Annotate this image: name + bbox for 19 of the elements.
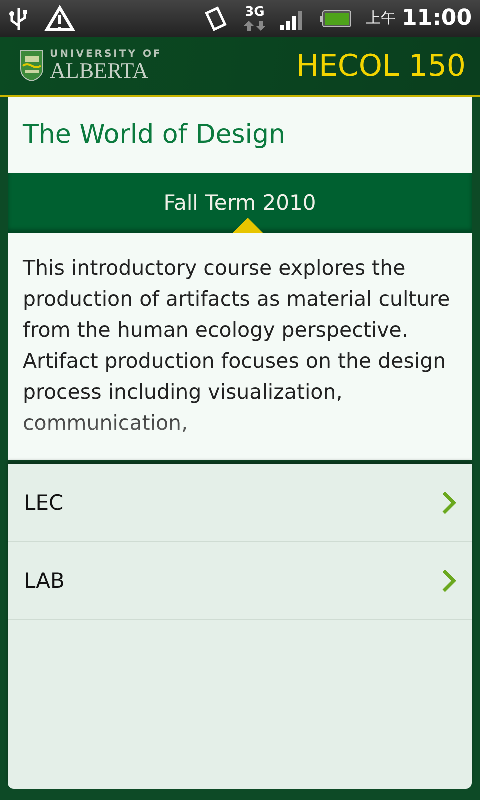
- pointer-icon: [233, 218, 263, 233]
- crest-icon: [20, 50, 44, 82]
- section-item[interactable]: LAB: [8, 542, 472, 620]
- warning-icon: [44, 4, 76, 32]
- logo-text: UNIVERSITY OF: [50, 50, 162, 60]
- battery-icon: [320, 10, 352, 28]
- usb-icon: [8, 6, 30, 32]
- course-title: The World of Design: [22, 119, 286, 152]
- course-code: HECOL 150: [296, 48, 466, 84]
- chevron-icon: [442, 490, 456, 514]
- network-label: 3G: [245, 6, 265, 19]
- chevron-icon: [442, 568, 456, 592]
- clock-time: 11:00: [402, 6, 472, 31]
- data-arrows-icon: [244, 21, 266, 31]
- time-period: 上午: [366, 9, 396, 28]
- course-description: This introductory course explores the production of artifacts as material culture from the human ecology perspective. Artifact production focuses on the design process including visualization, communication,: [22, 255, 452, 437]
- logo-wordmark: ALBERTA: [50, 60, 150, 82]
- term-bar: Fall Term 2010: [8, 173, 472, 233]
- section-item[interactable]: LEC: [8, 464, 472, 542]
